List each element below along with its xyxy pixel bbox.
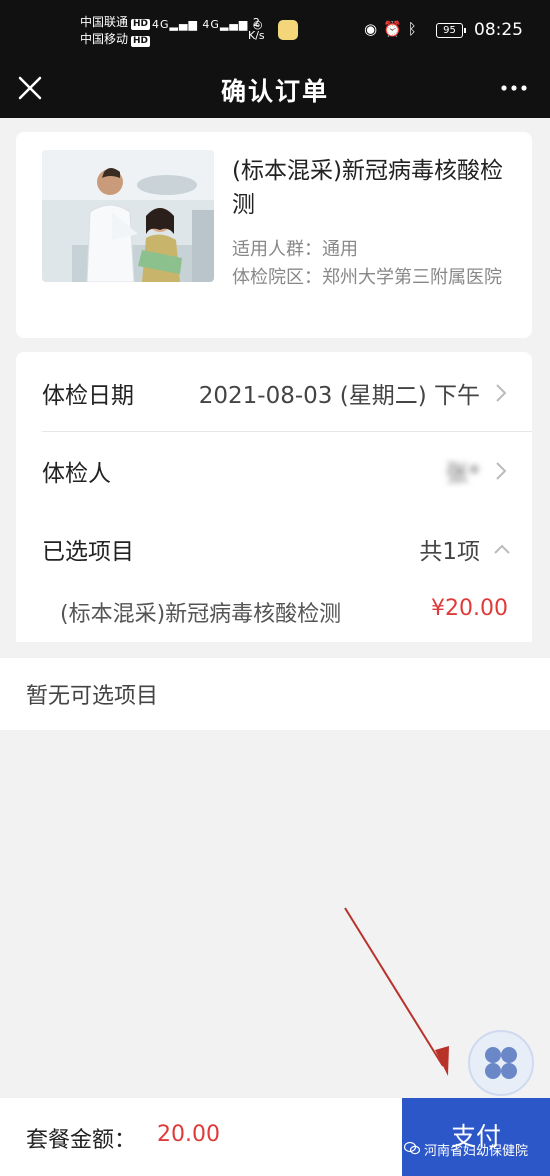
floating-menu-button[interactable] [468, 1030, 534, 1096]
examinee-value: 张* [445, 461, 481, 487]
battery-icon: 95 [436, 23, 466, 38]
grid-icon [485, 1047, 517, 1079]
hospital-value: 郑州大学第三附属医院 [322, 267, 502, 288]
product-meta: 适用人群：通用 体检院区：郑州大学第三附属医院 [232, 236, 522, 292]
watermark: 河南省妇幼保健院 [424, 1144, 529, 1159]
eye-icon: ◉ [364, 20, 384, 38]
selected-item: (标本混采)新冠病毒核酸检测 ¥20.00 [16, 588, 532, 628]
optional-items-section: 暂无可选项目 [0, 658, 550, 730]
page-title: 确认订单 [220, 77, 329, 106]
carrier-info: 中国联通 HD 中国移动 HD [80, 14, 151, 48]
carrier2: 中国移动 [80, 32, 129, 46]
product-card: (标本混采)新冠病毒核酸检测 适用人群：通用 体检院区：郑州大学第三附属医院 [16, 132, 532, 338]
clock: 08:25 [474, 20, 523, 40]
chevron-right-icon [496, 384, 507, 402]
selected-items-count: 共1项 [419, 539, 480, 565]
bottom-bar: 套餐金额： 20.00 支付 [0, 1098, 550, 1176]
carrier1: 中国联通 [80, 15, 129, 29]
examinee-label: 体检人 [42, 461, 111, 487]
product-title: (标本混采)新冠病毒核酸检测 [232, 158, 503, 218]
selected-item-price: ¥20.00 [431, 596, 508, 621]
net-speed-value: 2 [252, 16, 260, 29]
status-icons: ◉⏰ᛒ [364, 20, 423, 38]
chevron-up-icon [494, 544, 510, 554]
hd-badge-2: HD [131, 36, 151, 47]
exam-date-value: 2021-08-03 (星期二) 下午 [198, 383, 480, 409]
details-card: 体检日期 2021-08-03 (星期二) 下午 体检人 张* 已选项目 共1项… [16, 352, 532, 642]
empty-message: 暂无可选项目 [26, 684, 159, 709]
red-arrow-annotation [344, 907, 449, 1076]
audience-label: 适用人群： [232, 239, 322, 260]
network-type-2: 4G [202, 18, 220, 31]
exam-date-row[interactable]: 体检日期 2021-08-03 (星期二) 下午 [16, 354, 532, 432]
total-label: 套餐金额： [26, 1128, 137, 1153]
selected-items-row[interactable]: 已选项目 共1项 [16, 510, 532, 588]
net-speed: 2 K/s [248, 16, 265, 42]
total-amount: 20.00 [157, 1122, 220, 1147]
nav-bar: 确认订单 [0, 60, 550, 118]
product-image [42, 150, 214, 282]
net-speed-unit: K/s [248, 29, 265, 42]
signal-icon: 4G▂▄▆ 4G▂▄▆ ◎ [152, 18, 264, 31]
status-bar: 中国联通 HD 中国移动 HD 4G▂▄▆ 4G▂▄▆ ◎ 2 K/s ◉⏰ᛒ 95… [0, 0, 550, 60]
bluetooth-icon: ᛒ [407, 20, 423, 38]
exam-date-label: 体检日期 [42, 383, 134, 409]
examinee-row[interactable]: 体检人 张* [16, 432, 532, 510]
network-type-1: 4G [152, 18, 170, 31]
selected-items-label: 已选项目 [42, 539, 134, 565]
audience-value: 通用 [322, 239, 358, 260]
wechat-icon [404, 1141, 420, 1155]
hd-badge: HD [131, 19, 151, 30]
pay-button[interactable]: 支付 [402, 1098, 550, 1176]
chevron-right-icon [496, 462, 507, 480]
selected-item-name: (标本混采)新冠病毒核酸检测 [60, 602, 342, 627]
more-icon[interactable] [498, 74, 530, 102]
app-notification-icon [278, 20, 298, 40]
hospital-label: 体检院区： [232, 267, 322, 288]
alarm-icon: ⏰ [383, 20, 408, 38]
